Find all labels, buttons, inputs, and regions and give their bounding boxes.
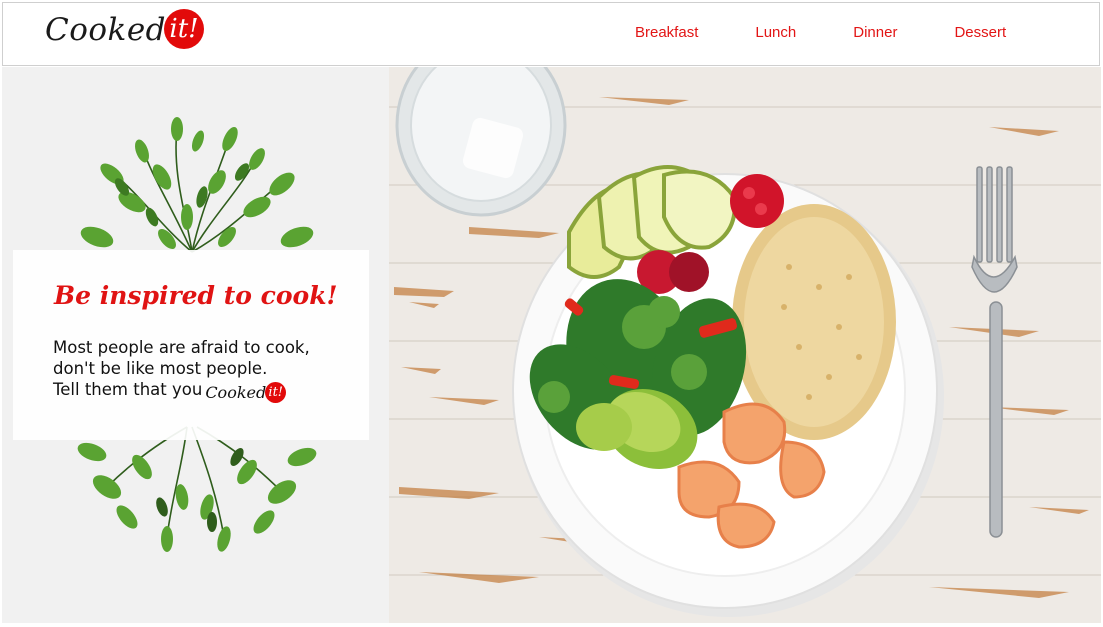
nav-link-lunch[interactable]: Lunch	[755, 24, 796, 41]
brand-logo[interactable]: Cooked it!	[45, 9, 205, 49]
nav-link-breakfast[interactable]: Breakfast	[635, 24, 698, 41]
hero-line-2: don't be like most people.	[53, 359, 268, 378]
hero-body: Most people are afraid to cook, don't be…	[53, 337, 310, 403]
brand-name: Cooked	[45, 12, 167, 48]
inline-brand-name: Cooked	[205, 383, 267, 402]
food-plate-photo	[389, 67, 1101, 623]
brand-badge: it!	[164, 9, 205, 49]
nav-link-dinner[interactable]: Dinner	[853, 24, 897, 41]
inline-brand-badge: it!	[265, 382, 287, 403]
main-nav: Breakfast Lunch Dinner Dessert	[635, 24, 1006, 41]
food-plate-illustration	[389, 67, 1101, 623]
hero-card: Be inspired to cook! Most people are afr…	[13, 250, 369, 440]
hero-text-panel: Be inspired to cook! Most people are afr…	[2, 67, 389, 623]
hero-line-3-text: Tell them that you	[53, 380, 203, 399]
hero-heading: Be inspired to cook!	[54, 281, 338, 310]
nav-link-dessert[interactable]: Dessert	[954, 24, 1006, 41]
inline-brand-logo: Cooked it!	[205, 382, 287, 403]
hero-line-3: Tell them that you Cooked it!	[53, 379, 310, 403]
hero-line-1: Most people are afraid to cook,	[53, 338, 310, 357]
top-navbar: Cooked it! Breakfast Lunch Dinner Desser…	[2, 2, 1100, 66]
